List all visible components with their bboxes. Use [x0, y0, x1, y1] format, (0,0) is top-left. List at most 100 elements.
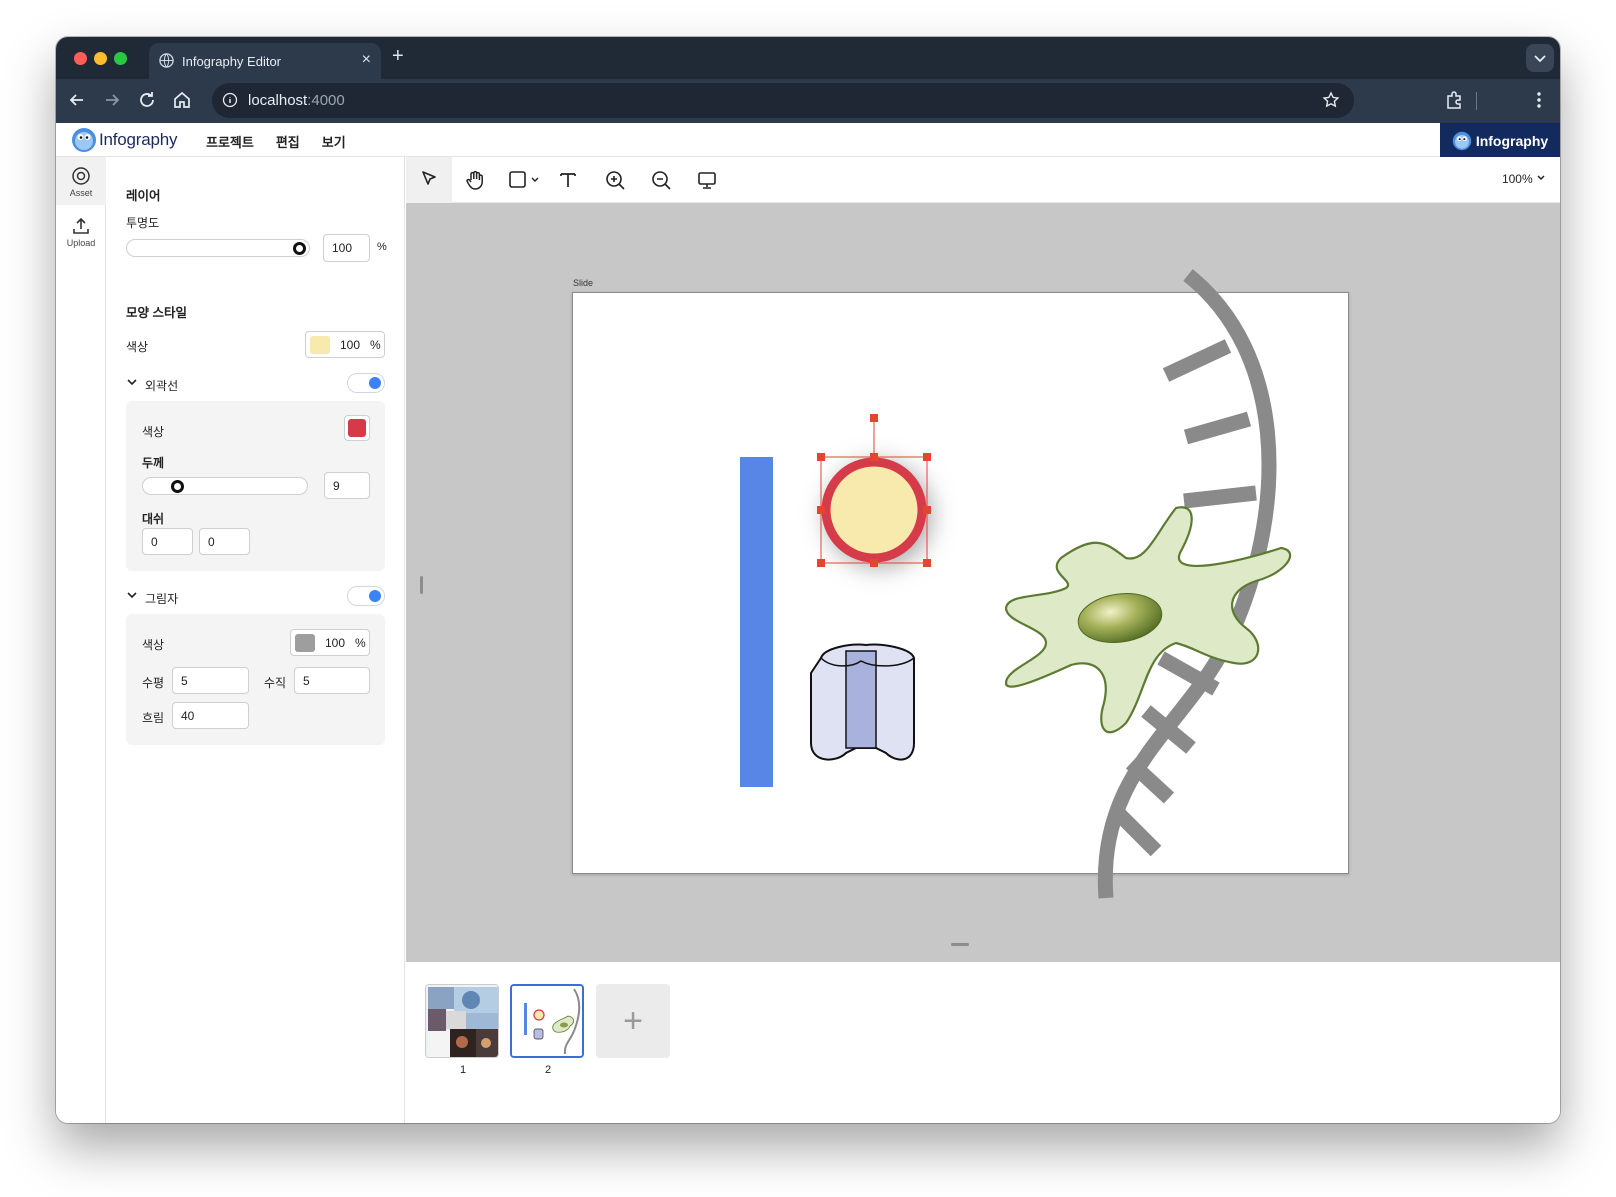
- asset-button[interactable]: Asset: [56, 157, 106, 205]
- opacity-input[interactable]: 100: [323, 234, 370, 262]
- select-tool-button[interactable]: [406, 157, 452, 203]
- rotate-handle[interactable]: [870, 414, 878, 422]
- green-cell-shape[interactable]: [1004, 506, 1292, 734]
- bookmark-star-icon[interactable]: [1322, 91, 1340, 109]
- shadow-collapse-chevron[interactable]: [126, 589, 138, 604]
- reload-icon[interactable]: [136, 89, 158, 111]
- site-info-icon[interactable]: [222, 92, 238, 108]
- dash-input-2[interactable]: 0: [199, 528, 250, 555]
- stroke-color-swatch[interactable]: [348, 419, 366, 437]
- shadow-title: 그림자: [145, 592, 179, 606]
- current-slide-thumbnail-image: [512, 986, 582, 1056]
- properties-panel: 레이어 투명도 100 % 모양 스타일 색상 100 % 외곽선 색상 두께: [107, 157, 405, 1123]
- address-bar[interactable]: localhost:4000: [212, 83, 1354, 118]
- stroke-settings: 색상 두께 9 대쉬 0 0: [126, 401, 385, 571]
- stroke-width-slider[interactable]: [142, 477, 308, 495]
- shadow-h-input[interactable]: 5: [172, 667, 249, 694]
- zoom-out-icon[interactable]: [650, 169, 672, 191]
- dash-label: 대쉬: [142, 512, 165, 526]
- shadow-v-label: 수직: [264, 676, 287, 690]
- mascot-logo-icon: [72, 128, 96, 152]
- stroke-color-control[interactable]: [344, 415, 370, 441]
- forward-icon[interactable]: [101, 89, 123, 111]
- selected-circle-shape[interactable]: [821, 457, 927, 563]
- back-icon[interactable]: [66, 89, 88, 111]
- chevron-down-icon: [127, 379, 137, 386]
- logo-text: Infography: [99, 130, 178, 149]
- shadow-v-input[interactable]: 5: [294, 667, 370, 694]
- zoom-in-icon[interactable]: [604, 169, 626, 191]
- stroke-toggle[interactable]: [347, 373, 385, 393]
- rectangle-icon: [509, 171, 539, 188]
- left-rail: Asset Upload: [56, 157, 106, 1123]
- hand-icon[interactable]: [464, 169, 486, 191]
- blue-rectangle-shape[interactable]: [740, 457, 773, 787]
- stroke-collapse-chevron[interactable]: [126, 376, 138, 391]
- shadow-opacity-unit: %: [355, 636, 366, 650]
- tab-title: Infography Editor: [182, 54, 282, 69]
- fill-opacity-value[interactable]: 100: [340, 338, 360, 352]
- fill-color-label: 색상: [126, 340, 149, 354]
- slide-number-1: 1: [460, 1064, 467, 1076]
- stroke-width-knob[interactable]: [171, 480, 184, 493]
- add-slide-button[interactable]: +: [596, 984, 670, 1058]
- mascot-logo-icon: [1452, 131, 1472, 150]
- stroke-color-label: 색상: [142, 425, 165, 439]
- canvas-stage[interactable]: Slide: [406, 203, 1560, 962]
- home-icon[interactable]: [171, 89, 193, 111]
- slide-artwork: [740, 269, 1292, 899]
- chevron-down-icon: [1534, 55, 1546, 63]
- extensions-icon[interactable]: [1444, 90, 1464, 110]
- layer-title: 레이어: [126, 189, 161, 203]
- shadow-color-control[interactable]: 100 %: [290, 629, 370, 656]
- menu-edit[interactable]: 편집: [276, 132, 300, 151]
- close-window-button[interactable]: [74, 52, 87, 65]
- fill-color-control[interactable]: 100 %: [305, 331, 385, 358]
- plus-icon: +: [623, 1001, 643, 1040]
- brand-badge[interactable]: Infography: [1440, 123, 1560, 158]
- app-logo[interactable]: Infography: [71, 127, 178, 153]
- opacity-unit: %: [377, 241, 387, 253]
- maximize-window-button[interactable]: [114, 52, 127, 65]
- stroke-width-input[interactable]: 9: [324, 472, 370, 499]
- tab-search-button[interactable]: [1526, 44, 1554, 72]
- new-tab-button[interactable]: +: [392, 45, 404, 68]
- pointer-icon: [422, 171, 436, 185]
- fill-color-swatch[interactable]: [310, 336, 330, 354]
- protein-channel-shape[interactable]: [810, 643, 915, 761]
- slide-number-2: 2: [545, 1064, 552, 1076]
- opacity-label: 투명도: [126, 216, 160, 230]
- minimize-window-button[interactable]: [94, 52, 107, 65]
- browser-toolbar: localhost:4000: [56, 79, 1560, 123]
- shadow-blur-input[interactable]: 40: [172, 702, 249, 729]
- more-options-icon[interactable]: [1536, 90, 1542, 110]
- slide-thumbnail-1[interactable]: [425, 984, 499, 1058]
- canvas-toolbar: 100%: [406, 157, 1560, 203]
- stroke-width-label: 두께: [142, 456, 165, 470]
- slide-thumbnail-2[interactable]: [510, 984, 584, 1058]
- shape-tool-button[interactable]: [508, 169, 544, 191]
- shadow-color-swatch[interactable]: [295, 634, 315, 652]
- present-icon[interactable]: [696, 169, 718, 191]
- main-menu: 프로젝트 편집 보기: [206, 132, 346, 151]
- opacity-slider-knob[interactable]: [293, 242, 306, 255]
- menu-view[interactable]: 보기: [322, 132, 346, 151]
- shadow-blur-label: 흐림: [142, 711, 165, 725]
- asset-label: Asset: [69, 188, 93, 198]
- slide-thumbnails: 1 2 +: [406, 962, 1560, 1123]
- browser-tab[interactable]: Infography Editor ×: [149, 43, 381, 79]
- browser-window: Infography Editor × + localhost:4000 Inf…: [56, 37, 1560, 1123]
- shadow-toggle[interactable]: [347, 586, 385, 606]
- upload-button[interactable]: Upload: [56, 207, 106, 255]
- dash-input-1[interactable]: 0: [142, 528, 193, 555]
- text-icon[interactable]: [557, 169, 579, 191]
- opacity-slider[interactable]: [126, 239, 310, 257]
- zoom-dropdown[interactable]: 100%: [1502, 172, 1546, 186]
- close-tab-icon[interactable]: ×: [362, 51, 371, 69]
- collage-thumbnail-image: [426, 985, 498, 1057]
- shadow-opacity-value[interactable]: 100: [325, 636, 345, 650]
- zoom-value: 100%: [1501, 172, 1533, 186]
- menu-project[interactable]: 프로젝트: [206, 132, 254, 151]
- chevron-down-icon: [1537, 175, 1545, 181]
- thumbnail-resize-handle[interactable]: [951, 943, 969, 946]
